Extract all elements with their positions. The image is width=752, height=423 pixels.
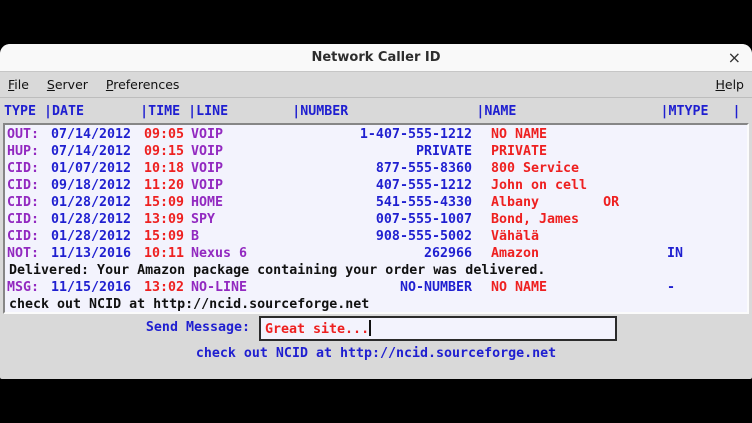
call-date: 11/15/2016	[51, 279, 144, 296]
call-list[interactable]: OUT: 07/14/2012 09:05 VOIP 1-407-555-121…	[3, 123, 749, 314]
call-mtype	[661, 194, 734, 211]
call-line: VOIP	[191, 160, 294, 177]
call-time: 10:11	[144, 245, 191, 262]
call-type: NOT:	[7, 245, 51, 262]
menu-file[interactable]: File	[8, 77, 29, 92]
call-date: 11/13/2016	[51, 245, 144, 262]
call-row[interactable]: CID: 01/28/2012 15:09 HOME 541-555-4330 …	[7, 194, 747, 211]
menu-help[interactable]: Help	[715, 77, 744, 92]
message-text: Delivered: Your Amazon package containin…	[7, 262, 545, 279]
call-name: John on cell	[480, 177, 661, 194]
call-type: HUP:	[7, 143, 51, 160]
call-row[interactable]: CID: 01/28/2012 13:09 SPY 007-555-1007 B…	[7, 211, 747, 228]
call-number: 407-555-1212	[294, 177, 480, 194]
menubar: File Server Preferences Help	[0, 72, 752, 98]
call-line: VOIP	[191, 177, 294, 194]
call-number: 1-407-555-1212	[294, 126, 480, 143]
call-row[interactable]: HUP: 07/14/2012 09:15 VOIP PRIVATE PRIVA…	[7, 143, 747, 160]
call-type: CID:	[7, 160, 51, 177]
call-number: 908-555-5002	[294, 228, 480, 245]
call-time: 09:15	[144, 143, 191, 160]
call-row[interactable]: NOT: 11/13/2016 10:11 Nexus 6 262966 Ama…	[7, 245, 747, 262]
call-number: 007-555-1007	[294, 211, 480, 228]
call-mtype	[661, 211, 734, 228]
call-mtype	[661, 228, 734, 245]
call-number: PRIVATE	[294, 143, 480, 160]
message-row[interactable]: check out NCID at http://ncid.sourceforg…	[7, 296, 747, 313]
message-row[interactable]: Delivered: Your Amazon package containin…	[7, 262, 747, 279]
call-line: HOME	[191, 194, 294, 211]
screen-background: Network Caller ID × File Server Preferen…	[0, 0, 752, 423]
call-mtype	[661, 143, 734, 160]
call-date: 01/28/2012	[51, 228, 144, 245]
call-mtype: -	[661, 279, 734, 296]
call-date: 07/14/2012	[51, 143, 144, 160]
call-mtype	[661, 126, 734, 143]
call-name: Albany OR	[480, 194, 661, 211]
call-row[interactable]: CID: 09/18/2012 11:20 VOIP 407-555-1212 …	[7, 177, 747, 194]
call-type: CID:	[7, 194, 51, 211]
call-line: B	[191, 228, 294, 245]
call-time: 09:05	[144, 126, 191, 143]
call-type: OUT:	[7, 126, 51, 143]
call-type: CID:	[7, 228, 51, 245]
call-time: 15:09	[144, 228, 191, 245]
call-type: CID:	[7, 211, 51, 228]
send-message-label: Send Message:	[0, 320, 250, 335]
footer-link: check out NCID at http://ncid.sourceforg…	[0, 346, 752, 361]
call-date: 01/07/2012	[51, 160, 144, 177]
call-name: Amazon	[480, 245, 661, 262]
call-time: 13:09	[144, 211, 191, 228]
menu-preferences[interactable]: Preferences	[106, 77, 180, 92]
call-line: VOIP	[191, 126, 294, 143]
call-row[interactable]: MSG: 11/15/2016 13:02 NO-LINE NO-NUMBER …	[7, 279, 747, 296]
call-time: 13:02	[144, 279, 191, 296]
call-date: 09/18/2012	[51, 177, 144, 194]
call-line: SPY	[191, 211, 294, 228]
call-date: 01/28/2012	[51, 211, 144, 228]
text-caret	[369, 320, 371, 336]
call-number: 262966	[294, 245, 480, 262]
call-number: NO-NUMBER	[294, 279, 480, 296]
call-mtype: IN	[661, 245, 734, 262]
call-name: PRIVATE	[480, 143, 661, 160]
call-row[interactable]: CID: 01/28/2012 15:09 B 908-555-5002 Väh…	[7, 228, 747, 245]
call-time: 11:20	[144, 177, 191, 194]
call-line: NO-LINE	[191, 279, 294, 296]
close-icon[interactable]: ×	[728, 48, 741, 68]
call-time: 10:18	[144, 160, 191, 177]
call-name: 800 Service	[480, 160, 661, 177]
call-mtype	[661, 177, 734, 194]
call-number: 877-555-8360	[294, 160, 480, 177]
call-number: 541-555-4330	[294, 194, 480, 211]
call-name: Bond, James	[480, 211, 661, 228]
call-row[interactable]: CID: 01/07/2012 10:18 VOIP 877-555-8360 …	[7, 160, 747, 177]
call-name: Vähälä	[480, 228, 661, 245]
call-time: 15:09	[144, 194, 191, 211]
send-message-value: Great site...	[265, 322, 369, 337]
titlebar[interactable]: Network Caller ID ×	[0, 44, 752, 72]
call-date: 07/14/2012	[51, 126, 144, 143]
call-type: CID:	[7, 177, 51, 194]
send-message-input[interactable]: Great site...	[259, 316, 617, 341]
call-date: 01/28/2012	[51, 194, 144, 211]
call-line: VOIP	[191, 143, 294, 160]
call-mtype	[661, 160, 734, 177]
message-text: check out NCID at http://ncid.sourceforg…	[7, 296, 369, 313]
column-header: TYPE |DATE |TIME |LINE |NUMBER |NAME |MT…	[4, 102, 741, 122]
menu-server[interactable]: Server	[47, 77, 88, 92]
call-row[interactable]: OUT: 07/14/2012 09:05 VOIP 1-407-555-121…	[7, 126, 747, 143]
call-line: Nexus 6	[191, 245, 294, 262]
call-name: NO NAME	[480, 279, 661, 296]
call-type: MSG:	[7, 279, 51, 296]
window-title: Network Caller ID	[0, 50, 752, 65]
app-window: Network Caller ID × File Server Preferen…	[0, 44, 752, 379]
call-name: NO NAME	[480, 126, 661, 143]
